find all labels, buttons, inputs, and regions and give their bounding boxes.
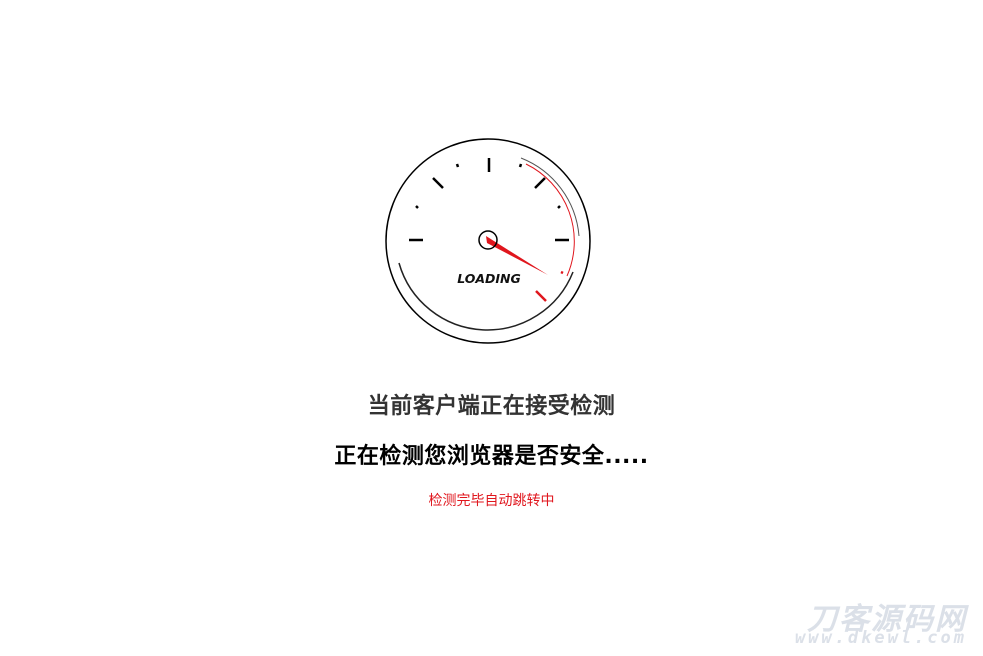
watermark-logo: 刀客源码网 www.dkewl.com [783, 594, 973, 650]
speedometer-gauge: LOADING [385, 138, 591, 344]
gauge-tick [432, 177, 444, 189]
page-subtitle: 正在检测您浏览器是否安全..... [334, 444, 649, 469]
redirect-note: 检测完毕自动跳转中 [428, 493, 555, 509]
gauge-minor-tick [518, 163, 523, 168]
gauge-minor-tick [415, 205, 419, 209]
gauge-upper-arc [520, 157, 580, 237]
gauge-tick-redline [535, 290, 547, 302]
gauge-redline-arc [525, 163, 575, 277]
gauge-minor-tick-redline [560, 270, 564, 275]
loading-page: LOADING 当前客户端正在接受检测 正在检测您浏览器是否安全..... 检测… [0, 0, 983, 656]
gauge-minor-tick [455, 163, 460, 168]
gauge-needle [486, 236, 548, 275]
gauge-label: LOADING [457, 271, 521, 286]
gauge-tick [534, 177, 546, 189]
page-title: 当前客户端正在接受检测 [367, 394, 616, 419]
gauge-minor-tick [557, 205, 561, 209]
watermark-url: www.dkewl.com [794, 628, 967, 648]
